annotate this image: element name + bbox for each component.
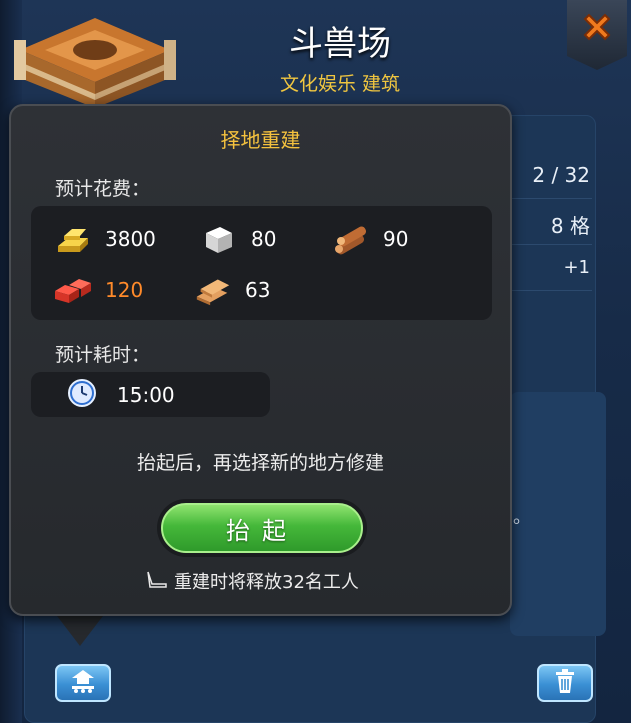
relocate-icon bbox=[68, 668, 98, 698]
workers-note: 重建时将释放32名工人 bbox=[146, 568, 359, 594]
brick-icon bbox=[53, 270, 93, 310]
time-value: 15:00 bbox=[117, 382, 175, 407]
time-box: 15:00 bbox=[31, 372, 270, 417]
lift-button-frame: 抬起 bbox=[157, 499, 367, 557]
worker-icon bbox=[146, 570, 168, 593]
resource-value: 63 bbox=[245, 278, 271, 302]
time-label: 预计耗时： bbox=[55, 344, 151, 366]
plank-icon bbox=[193, 270, 233, 310]
lift-button[interactable]: 抬起 bbox=[161, 503, 363, 553]
wood-log-icon bbox=[331, 219, 371, 259]
divider bbox=[500, 244, 592, 245]
relocate-hint: 抬起后，再选择新的地方修建 bbox=[136, 452, 384, 474]
divider bbox=[500, 290, 592, 291]
trash-icon bbox=[552, 668, 578, 698]
resource-value: 120 bbox=[105, 278, 144, 302]
resource-stone: 80 bbox=[199, 219, 276, 259]
demolish-button[interactable] bbox=[537, 664, 593, 702]
cost-box: 3800 80 90 120 63 bbox=[31, 206, 492, 320]
resource-value: 80 bbox=[251, 227, 277, 251]
resource-value: 3800 bbox=[105, 227, 156, 251]
divider bbox=[500, 198, 592, 199]
building-name: 斗兽场 bbox=[289, 24, 391, 64]
cost-label: 预计花费： bbox=[55, 178, 151, 200]
popup-pointer bbox=[54, 612, 106, 646]
workers-note-text: 重建时将释放32名工人 bbox=[174, 572, 359, 593]
rebuild-popup: 择地重建 预计花费： 3800 80 90 120 63 预计耗时： 15:00… bbox=[9, 104, 512, 616]
colosseum-building-icon bbox=[10, 0, 180, 110]
close-button[interactable] bbox=[567, 0, 627, 70]
clock-icon bbox=[67, 378, 97, 412]
resource-brick: 120 bbox=[53, 270, 143, 310]
resource-wood: 90 bbox=[331, 219, 408, 259]
resource-value: 90 bbox=[383, 227, 409, 251]
bg-text-fragment: 。 bbox=[513, 507, 531, 528]
relocate-button[interactable] bbox=[55, 664, 111, 702]
stone-block-icon bbox=[199, 219, 239, 259]
close-icon bbox=[580, 10, 614, 48]
resource-gold: 3800 bbox=[53, 219, 156, 259]
resource-plank: 63 bbox=[193, 270, 270, 310]
popup-title: 择地重建 bbox=[220, 128, 301, 152]
building-category: 文化娱乐 建筑 bbox=[279, 73, 401, 95]
gold-bar-icon bbox=[53, 219, 93, 259]
